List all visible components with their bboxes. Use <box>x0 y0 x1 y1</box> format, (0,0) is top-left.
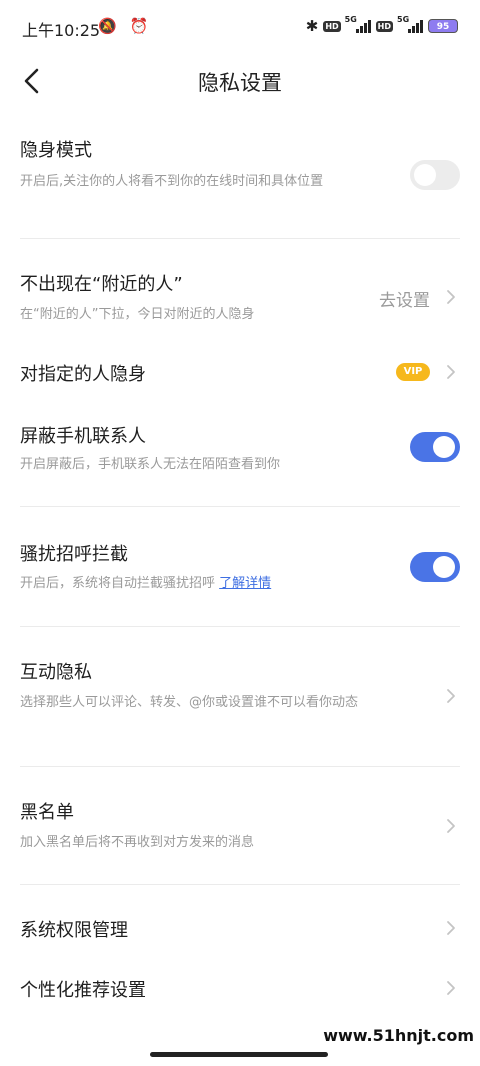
blacklist-desc: 加入黑名单后将不再收到对方发来的消息 <box>20 835 255 850</box>
personalized-recommend-title: 个性化推荐设置 <box>20 980 146 1001</box>
home-indicator[interactable] <box>150 1052 328 1057</box>
signal-icon-2: 5G <box>397 15 423 33</box>
toggle-knob <box>433 556 455 578</box>
interaction-privacy-title: 互动隐私 <box>20 662 92 683</box>
nearby-people-desc: 在“附近的人”下拉，今日对附近的人隐身 <box>20 307 255 322</box>
block-contacts-row: 屏蔽手机联系人 开启屏蔽后，手机联系人无法在陌陌查看到你 <box>0 408 480 504</box>
nav-bar: 隐私设置 <box>0 56 480 106</box>
nearby-people-row[interactable]: 不出现在“附近的人” 在“附近的人”下拉，今日对附近的人隐身 去设置 <box>0 250 480 334</box>
harassment-block-desc-text: 开启后，系统将自动拦截骚扰招呼 <box>20 576 216 591</box>
status-right: ✱ HD 5G HD 5G 95 <box>305 15 458 36</box>
status-bar: 上午10:25 🔕 ⏰ ✱ HD 5G HD 5G 95 <box>0 0 480 56</box>
signal-icon: 5G <box>345 15 371 33</box>
stealth-mode-desc: 开启后,关注你的人将看不到你的在线时间和具体位置 <box>20 174 324 189</box>
toggle-knob <box>414 164 436 186</box>
bluetooth-icon: ✱ <box>305 17 319 35</box>
blacklist-title: 黑名单 <box>20 802 74 823</box>
nearby-people-title: 不出现在“附近的人” <box>20 274 183 295</box>
watermark: www.51hnjt.com <box>323 1026 474 1045</box>
divider <box>20 506 460 507</box>
stealth-mode-toggle[interactable] <box>410 160 460 190</box>
hd-icon-2: HD <box>375 20 393 32</box>
stealth-mode-title: 隐身模式 <box>20 140 92 161</box>
chevron-right-icon <box>447 819 455 833</box>
divider <box>20 766 460 767</box>
divider <box>20 238 460 239</box>
system-permissions-row[interactable]: 系统权限管理 <box>0 904 480 954</box>
interaction-privacy-desc: 选择那些人可以评论、转发、@你或设置谁不可以看你动态 <box>20 695 359 710</box>
block-contacts-toggle[interactable] <box>410 432 460 462</box>
chevron-right-icon <box>447 365 455 379</box>
chevron-right-icon <box>447 921 455 935</box>
specific-hide-title: 对指定的人隐身 <box>20 364 146 385</box>
toggle-knob <box>433 436 455 458</box>
mute-alarm-icons: 🔕 ⏰ <box>98 17 153 35</box>
battery-icon: 95 <box>428 19 458 33</box>
chevron-right-icon <box>447 981 455 995</box>
system-permissions-title: 系统权限管理 <box>20 920 128 941</box>
learn-more-link[interactable]: 了解详情 <box>219 576 271 591</box>
specific-hide-row[interactable]: 对指定的人隐身 VIP <box>0 346 480 398</box>
harassment-block-desc: 开启后，系统将自动拦截骚扰招呼 了解详情 <box>20 573 271 594</box>
harassment-block-toggle[interactable] <box>410 552 460 582</box>
divider <box>20 884 460 885</box>
stealth-mode-row: 隐身模式 开启后,关注你的人将看不到你的在线时间和具体位置 <box>0 120 480 238</box>
divider <box>20 626 460 627</box>
interaction-privacy-row[interactable]: 互动隐私 选择那些人可以评论、转发、@你或设置谁不可以看你动态 <box>0 646 480 766</box>
vip-badge: VIP <box>396 363 430 381</box>
go-settings-link[interactable]: 去设置 <box>379 286 430 311</box>
chevron-right-icon <box>447 689 455 703</box>
harassment-block-title: 骚扰招呼拦截 <box>20 544 128 565</box>
chevron-right-icon <box>447 290 455 304</box>
hd-icon: HD <box>323 20 341 32</box>
blacklist-row[interactable]: 黑名单 加入黑名单后将不再收到对方发来的消息 <box>0 786 480 882</box>
harassment-block-row: 骚扰招呼拦截 开启后，系统将自动拦截骚扰招呼 了解详情 <box>0 528 480 624</box>
status-time: 上午10:25 <box>22 21 101 40</box>
personalized-recommend-row[interactable]: 个性化推荐设置 <box>0 964 480 1014</box>
page-title: 隐私设置 <box>198 71 282 95</box>
block-contacts-desc: 开启屏蔽后，手机联系人无法在陌陌查看到你 <box>20 457 281 472</box>
block-contacts-title: 屏蔽手机联系人 <box>20 426 146 447</box>
